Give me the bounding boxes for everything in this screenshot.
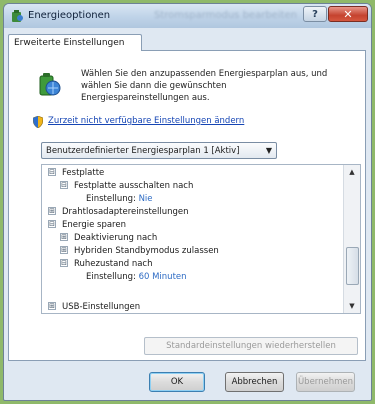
tree-item-energie-sparen[interactable]: ⊟ Energie sparen [48, 219, 126, 232]
collapse-icon[interactable]: ⊟ [60, 259, 68, 267]
power-options-window: Energieoptionen Stromsparmodus bearbeite… [3, 3, 372, 401]
power-options-icon [12, 10, 23, 22]
scroll-down-icon[interactable]: ▼ [344, 299, 360, 313]
tree-item-usb[interactable]: ⊞ USB-Einstellungen [48, 301, 140, 313]
title-bar[interactable]: Energieoptionen Stromsparmodus bearbeite… [4, 4, 371, 28]
scrollbar-thumb[interactable] [346, 247, 359, 285]
collapse-icon[interactable]: ⊟ [48, 168, 56, 176]
restore-defaults-button[interactable]: Standardeinstellungen wiederherstellen [144, 337, 358, 355]
ok-button[interactable]: OK [149, 372, 205, 392]
window-title-blurred: Stromsparmodus bearbeiten [154, 10, 298, 21]
tree-item-setting-value[interactable]: Einstellung: 60 Minuten [86, 271, 187, 284]
tree-item-drahtlos[interactable]: ⊞ Drahtlosadaptereinstellungen [48, 206, 189, 219]
uac-shield-icon [33, 116, 43, 128]
apply-button[interactable]: Übernehmen [296, 372, 355, 392]
tab-advanced-settings[interactable]: Erweiterte Einstellungen [8, 34, 142, 51]
expand-icon[interactable]: ⊞ [60, 233, 68, 241]
expand-icon[interactable]: ⊞ [60, 246, 68, 254]
tree-item-festplatte-ausschalten[interactable]: ⊟ Festplatte ausschalten nach [60, 180, 193, 193]
expand-icon[interactable]: ⊞ [48, 302, 56, 310]
tree-scrollbar[interactable]: ▲ ▼ [343, 165, 360, 313]
tree-item-deaktivierung[interactable]: ⊞ Deaktivierung nach [60, 232, 157, 245]
collapse-icon[interactable]: ⊟ [48, 220, 56, 228]
tree-item-ruhezustand[interactable]: ⊟ Ruhezustand nach [60, 258, 153, 271]
scroll-up-icon[interactable]: ▲ [344, 165, 360, 179]
tree-item-setting-value[interactable]: Einstellung: Nie [86, 193, 153, 206]
expand-icon[interactable]: ⊞ [48, 207, 56, 215]
cancel-button[interactable]: Abbrechen [225, 372, 284, 392]
help-button[interactable]: ? [303, 6, 327, 22]
window-title: Energieoptionen [28, 10, 111, 21]
change-unavailable-settings-link[interactable]: Zurzeit nicht verfügbare Einstellungen ä… [48, 116, 244, 126]
settings-tree[interactable]: ⊟ Festplatte ⊟ Festplatte ausschalten nach… [41, 164, 361, 314]
tree-item-festplatte[interactable]: ⊟ Festplatte [48, 167, 104, 180]
battery-globe-icon [39, 73, 61, 96]
collapse-icon[interactable]: ⊟ [60, 181, 68, 189]
tree-item-hybrid-standby[interactable]: ⊞ Hybriden Standbymodus zulassen [60, 245, 219, 258]
settings-panel: Wählen Sie den anzupassenden Energiespar… [8, 50, 366, 361]
plan-select[interactable]: Benutzerdefinierter Energiesparplan 1 [A… [41, 142, 277, 159]
chevron-down-icon: ▼ [265, 146, 272, 155]
close-button[interactable]: ✕ [328, 6, 368, 22]
plan-description: Wählen Sie den anzupassenden Energiespar… [81, 69, 328, 103]
